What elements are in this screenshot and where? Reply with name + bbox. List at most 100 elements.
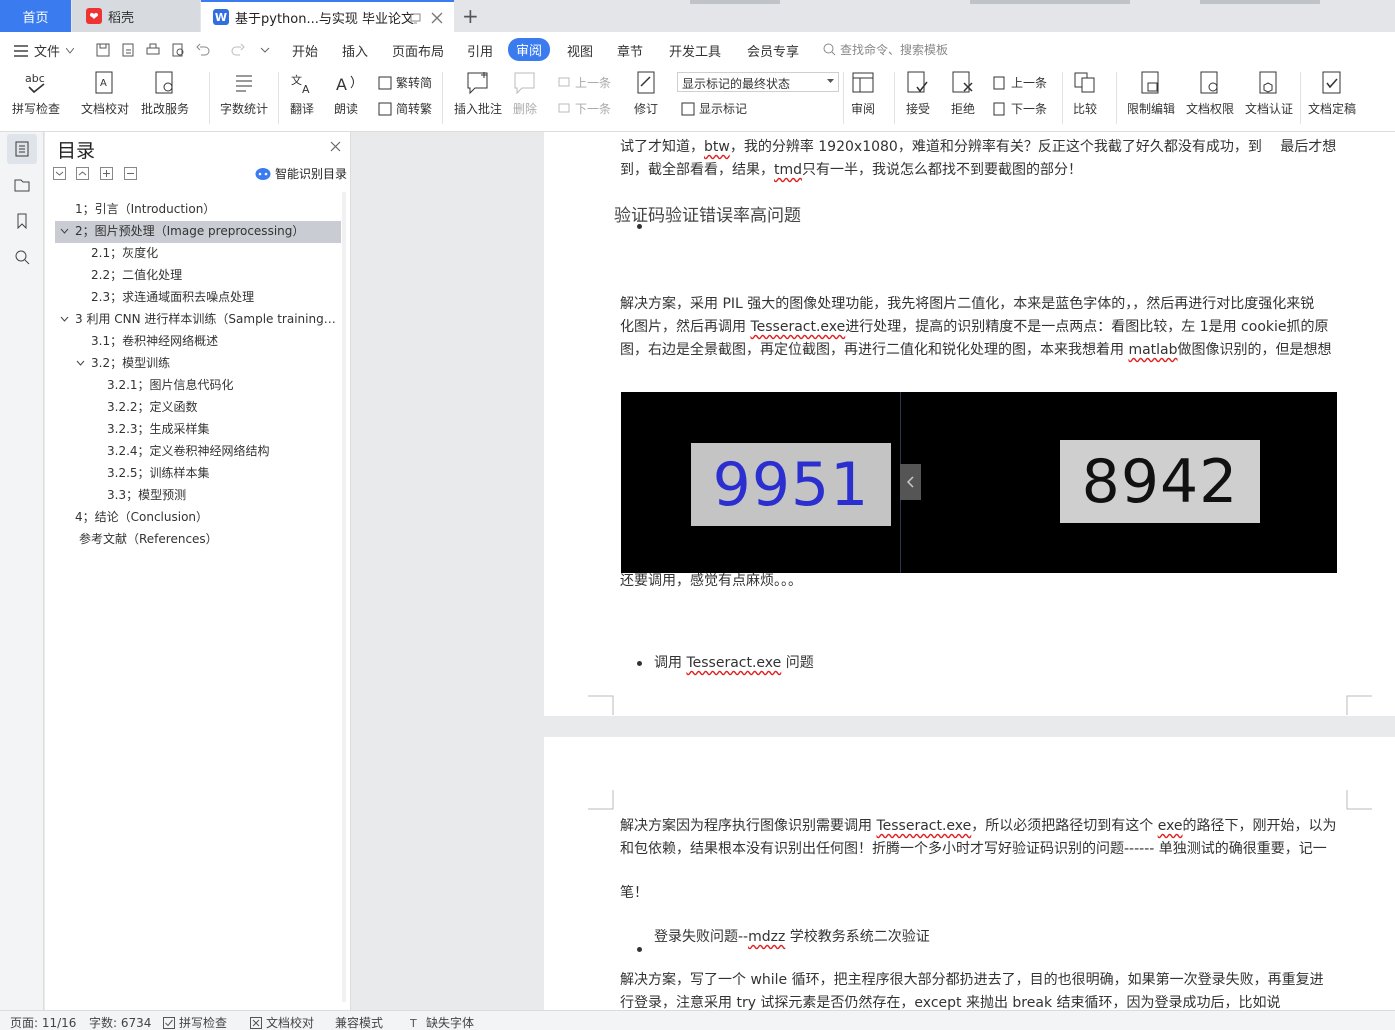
menu-page-layout[interactable]: 页面布局 [392,41,444,60]
add-heading-icon[interactable] [100,167,113,180]
accept-button[interactable]: 接受 [905,70,931,117]
toc-scrollbar[interactable] [342,192,346,1002]
tab-daoke-label: 稻壳 [108,10,135,26]
toc-item[interactable]: 1；引言（Introduction） [75,198,215,220]
menu-developer[interactable]: 开发工具 [669,41,721,60]
collapse-all-icon[interactable] [53,167,66,180]
quick-access-dropdown-icon[interactable] [258,43,272,57]
find-button[interactable] [7,242,37,272]
status-page[interactable]: 页面: 11/16 [10,1014,76,1030]
review-pane-button[interactable]: 审阅 [850,70,876,117]
toc-item[interactable]: 参考文献（References） [79,528,218,550]
toc-item[interactable]: 3.2.5；训练样本集 [107,462,210,484]
read-aloud-button[interactable]: A 朗读 [333,70,359,117]
trad-to-simp-button[interactable]: 繁转简 [378,74,432,91]
toc-item[interactable]: 2.2；二值化处理 [91,264,182,286]
compare-button[interactable]: 比较 [1072,70,1098,117]
page-corner-mark [1346,790,1372,810]
tab-home[interactable]: 首页 [0,0,71,32]
doc-proofread-label: 文档校对 [81,102,130,116]
close-tab-icon[interactable] [431,12,443,24]
toc-item[interactable]: 3.2.4；定义卷积神经网络结构 [107,440,270,462]
show-marks-button[interactable]: 显示标记 [681,100,747,117]
print-preview-icon[interactable] [171,43,185,57]
insert-comment-button[interactable]: 插入批注 [454,70,502,117]
doc-proofread-button[interactable]: A 文档校对 [81,70,129,117]
bullet [637,224,642,229]
expand-up-icon[interactable] [76,167,89,180]
status-spell-check[interactable]: 拼写检查 [163,1014,227,1030]
captcha-original: 9951 [691,443,891,526]
next-change-button[interactable]: 下一条 [993,100,1047,117]
print-icon[interactable] [146,43,160,57]
toc-item[interactable]: 3.2.2；定义函数 [107,396,198,418]
toc-item[interactable]: 3 利用 CNN 进行样本训练（Sample training… [75,308,336,330]
next-comment-label: 下一条 [575,102,612,116]
doc-permission-button[interactable]: 文档权限 [1186,70,1234,117]
toc-item[interactable]: 4；结论（Conclusion） [75,506,208,528]
reject-button[interactable]: 拒绝 [950,70,976,117]
menu-membership[interactable]: 会员专享 [747,41,799,60]
toc-item[interactable]: 3.2.1；图片信息代码化 [107,374,234,396]
menu-section[interactable]: 章节 [617,41,643,60]
menu-start[interactable]: 开始 [292,41,318,60]
hamburger-icon [14,44,28,57]
word-count-button[interactable]: 字数统计 [220,70,268,117]
captcha-comparison-image[interactable]: 9951 8942 [621,392,1337,573]
chevron-down-icon[interactable] [76,359,85,368]
track-changes-button[interactable]: 修订 [633,70,659,117]
menu-view[interactable]: 视图 [567,41,593,60]
undo-icon[interactable] [196,43,210,57]
status-missing-font[interactable]: T 缺失字体 [410,1014,474,1030]
bookmark-button[interactable] [7,206,37,236]
chapter-view-button[interactable] [7,170,37,200]
accept-label: 接受 [905,102,930,116]
prev-comment-button[interactable]: 上一条 [557,74,611,91]
file-menu[interactable]: 文件 [14,41,75,60]
image-collapse-handle[interactable] [900,464,921,500]
remove-heading-icon[interactable] [124,167,137,180]
toc-item[interactable]: 3.2；模型训练 [91,352,170,374]
toc-item[interactable]: 3.3；模型预测 [107,484,186,506]
prev-change-button[interactable]: 上一条 [993,74,1047,91]
menu-references[interactable]: 引用 [467,41,493,60]
tab-daoke[interactable]: ❤ 稻壳 [72,0,200,32]
export-pdf-icon[interactable] [121,43,135,57]
status-proofread[interactable]: 文档校对 [250,1014,314,1030]
status-compat-mode[interactable]: 兼容模式 [335,1014,383,1030]
toc-item[interactable]: 2.1；灰度化 [91,242,158,264]
window-restore-icon[interactable] [410,12,422,24]
batch-correct-button[interactable]: 批改服务 [141,70,189,117]
translate-button[interactable]: 文A 翻译 [289,70,315,117]
doc-finalize-button[interactable]: 文档定稿 [1308,70,1356,117]
next-comment-icon [558,103,570,112]
spell-check-button[interactable]: abc 拼写检查 [12,70,60,117]
simp-to-trad-button[interactable]: 简转繁 [378,100,432,117]
toc-item[interactable]: 2.3；求连通域面积去噪点处理 [91,286,254,308]
smart-toc-button[interactable]: 智能识别目录 [255,165,347,182]
status-word-count[interactable]: 字数: 6734 [89,1014,151,1030]
toc-view-button[interactable] [7,134,37,164]
font-warning-icon: T [410,1017,417,1029]
svg-text:A: A [302,83,310,96]
new-tab-plus-icon[interactable]: + [462,4,479,28]
chevron-down-icon[interactable] [60,227,69,236]
redo-icon[interactable] [231,43,245,57]
tab-document[interactable]: W 基于python...与实现 毕业论文 [201,0,454,32]
toc-item[interactable]: 3.1；卷积神经网络概述 [91,330,218,352]
toc-item[interactable]: 2；图片预处理（Image preprocessing） [75,220,304,242]
chevron-down-icon[interactable] [60,315,69,324]
menu-insert[interactable]: 插入 [342,41,368,60]
command-search[interactable]: 查找命令、搜索模板 [823,41,948,58]
certificate-icon [1259,71,1277,94]
menu-review[interactable]: 审阅 [508,38,551,61]
smart-cloud-icon [255,167,271,180]
doc-auth-button[interactable]: 文档认证 [1245,70,1293,117]
next-comment-button[interactable]: 下一条 [557,100,611,117]
restrict-edit-button[interactable]: 限制编辑 [1127,70,1175,117]
save-icon[interactable] [96,43,110,57]
delete-comment-button[interactable]: 删除 [512,70,538,117]
toc-item[interactable]: 3.2.3；生成采样集 [107,418,210,440]
close-icon[interactable] [330,141,341,152]
display-state-select[interactable]: 显示标记的最终状态 [677,72,839,92]
